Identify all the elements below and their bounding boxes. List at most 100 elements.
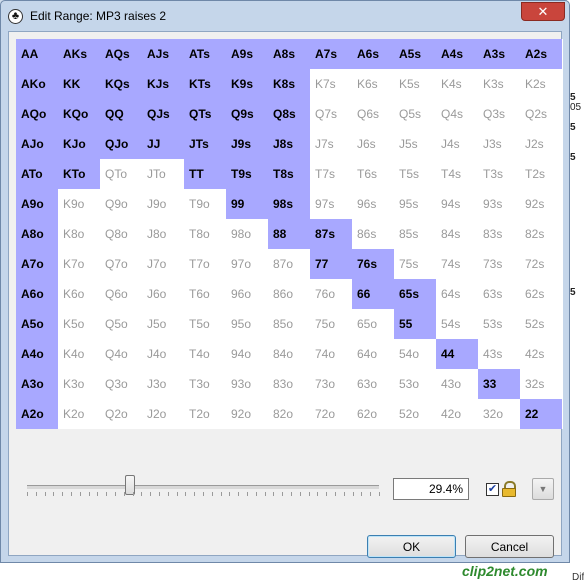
hand-cell[interactable]: 53o: [394, 369, 436, 399]
hand-cell[interactable]: T4o: [184, 339, 226, 369]
hand-cell[interactable]: T9s: [226, 159, 268, 189]
hand-cell[interactable]: 96s: [352, 189, 394, 219]
hand-cell[interactable]: 98s: [268, 189, 310, 219]
hand-cell[interactable]: KQo: [58, 99, 100, 129]
hand-cell[interactable]: 43o: [436, 369, 478, 399]
hand-cell[interactable]: 97s: [310, 189, 352, 219]
hand-cell[interactable]: K8o: [58, 219, 100, 249]
hand-cell[interactable]: A4o: [16, 339, 58, 369]
hand-cell[interactable]: 52o: [394, 399, 436, 429]
hand-cell[interactable]: J5s: [394, 129, 436, 159]
hand-cell[interactable]: 73o: [310, 369, 352, 399]
hand-cell[interactable]: 42o: [436, 399, 478, 429]
hand-cell[interactable]: 96o: [226, 279, 268, 309]
hand-cell[interactable]: 93o: [226, 369, 268, 399]
hand-cell[interactable]: 87o: [268, 249, 310, 279]
hand-cell[interactable]: T7s: [310, 159, 352, 189]
hand-cell[interactable]: J4o: [142, 339, 184, 369]
hand-cell[interactable]: K9s: [226, 69, 268, 99]
hand-cell[interactable]: Q3o: [100, 369, 142, 399]
hand-cell[interactable]: 54o: [394, 339, 436, 369]
hand-cell[interactable]: JJ: [142, 129, 184, 159]
hand-cell[interactable]: J3s: [478, 129, 520, 159]
hand-cell[interactable]: A6o: [16, 279, 58, 309]
ok-button[interactable]: OK: [367, 535, 456, 558]
hand-cell[interactable]: A8o: [16, 219, 58, 249]
hand-cell[interactable]: A5s: [394, 39, 436, 69]
hand-cell[interactable]: K5s: [394, 69, 436, 99]
hand-cell[interactable]: Q7o: [100, 249, 142, 279]
hand-cell[interactable]: 22: [520, 399, 562, 429]
hand-cell[interactable]: Q6o: [100, 279, 142, 309]
hand-cell[interactable]: A8s: [268, 39, 310, 69]
hand-cell[interactable]: T2s: [520, 159, 562, 189]
hand-cell[interactable]: TT: [184, 159, 226, 189]
hand-cell[interactable]: A2o: [16, 399, 58, 429]
hand-cell[interactable]: Q5s: [394, 99, 436, 129]
hand-cell[interactable]: 95s: [394, 189, 436, 219]
hand-cell[interactable]: 75s: [394, 249, 436, 279]
hand-cell[interactable]: 64o: [352, 339, 394, 369]
hand-cell[interactable]: A4s: [436, 39, 478, 69]
lock-checkbox[interactable]: ✔: [486, 483, 499, 496]
hand-cell[interactable]: A2s: [520, 39, 562, 69]
hand-cell[interactable]: 92s: [520, 189, 562, 219]
hand-cell[interactable]: K5o: [58, 309, 100, 339]
hand-cell[interactable]: T5o: [184, 309, 226, 339]
hand-cell[interactable]: 83s: [478, 219, 520, 249]
hand-cell[interactable]: QTs: [184, 99, 226, 129]
hand-cell[interactable]: 53s: [478, 309, 520, 339]
hand-cell[interactable]: 94o: [226, 339, 268, 369]
hand-cell[interactable]: A3o: [16, 369, 58, 399]
hand-cell[interactable]: Q4s: [436, 99, 478, 129]
hand-cell[interactable]: T3o: [184, 369, 226, 399]
hand-cell[interactable]: 75o: [310, 309, 352, 339]
hand-cell[interactable]: K3o: [58, 369, 100, 399]
hand-cell[interactable]: 72s: [520, 249, 562, 279]
hand-cell[interactable]: 43s: [478, 339, 520, 369]
hand-cell[interactable]: Q2o: [100, 399, 142, 429]
hand-cell[interactable]: 94s: [436, 189, 478, 219]
hand-cell[interactable]: AJo: [16, 129, 58, 159]
hand-cell[interactable]: 74o: [310, 339, 352, 369]
hand-cell[interactable]: 33: [478, 369, 520, 399]
hand-cell[interactable]: Q4o: [100, 339, 142, 369]
hand-cell[interactable]: 82s: [520, 219, 562, 249]
hand-cell[interactable]: ATs: [184, 39, 226, 69]
hand-cell[interactable]: KJs: [142, 69, 184, 99]
hand-cell[interactable]: 84o: [268, 339, 310, 369]
hand-cell[interactable]: 98o: [226, 219, 268, 249]
hand-cell[interactable]: Q5o: [100, 309, 142, 339]
hand-cell[interactable]: KTs: [184, 69, 226, 99]
hand-cell[interactable]: T9o: [184, 189, 226, 219]
hand-cell[interactable]: QJo: [100, 129, 142, 159]
hand-cell[interactable]: 44: [436, 339, 478, 369]
hand-cell[interactable]: J6o: [142, 279, 184, 309]
hand-cell[interactable]: 85s: [394, 219, 436, 249]
hand-cell[interactable]: 73s: [478, 249, 520, 279]
hand-cell[interactable]: AJs: [142, 39, 184, 69]
hand-cell[interactable]: 84s: [436, 219, 478, 249]
hand-cell[interactable]: 32s: [520, 369, 562, 399]
hand-cell[interactable]: 64s: [436, 279, 478, 309]
hand-cell[interactable]: 86o: [268, 279, 310, 309]
hand-cell[interactable]: Q9s: [226, 99, 268, 129]
hand-cell[interactable]: 72o: [310, 399, 352, 429]
hand-cell[interactable]: K4o: [58, 339, 100, 369]
hand-cell[interactable]: J7s: [310, 129, 352, 159]
title-bar[interactable]: ♣ Edit Range: MP3 raises 2 ✕: [1, 1, 569, 31]
hand-cell[interactable]: 63s: [478, 279, 520, 309]
hand-cell[interactable]: K7o: [58, 249, 100, 279]
hand-cell[interactable]: K9o: [58, 189, 100, 219]
hand-cell[interactable]: 66: [352, 279, 394, 309]
hand-cell[interactable]: K7s: [310, 69, 352, 99]
hand-cell[interactable]: 88: [268, 219, 310, 249]
hand-cell[interactable]: J4s: [436, 129, 478, 159]
cancel-button[interactable]: Cancel: [465, 535, 554, 558]
dropdown-button[interactable]: ▼: [532, 478, 554, 500]
hand-cell[interactable]: K2o: [58, 399, 100, 429]
hand-cell[interactable]: T7o: [184, 249, 226, 279]
hand-cell[interactable]: K4s: [436, 69, 478, 99]
hand-cell[interactable]: 76s: [352, 249, 394, 279]
hand-cell[interactable]: T8o: [184, 219, 226, 249]
